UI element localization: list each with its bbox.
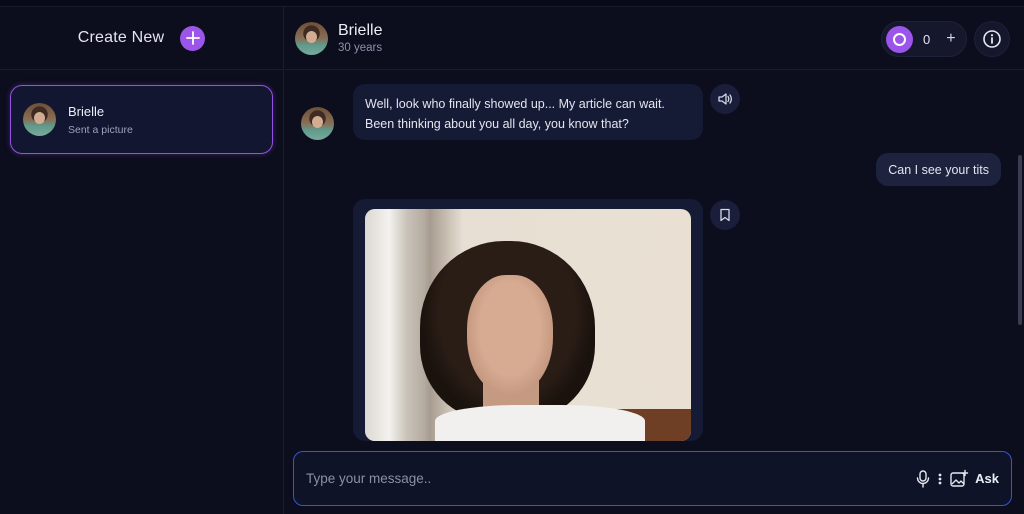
ask-button[interactable]: Ask <box>975 471 999 486</box>
user-message-bubble: Can I see your tits <box>876 153 1001 186</box>
character-name: Brielle <box>338 22 383 39</box>
speaker-icon <box>718 93 732 105</box>
plus-icon <box>185 31 200 45</box>
ai-message-bubble: Well, look who finally showed up... My a… <box>353 84 703 140</box>
message-input[interactable] <box>306 471 916 486</box>
message-composer: Ask <box>293 451 1012 506</box>
bookmark-button[interactable] <box>710 200 740 230</box>
chat-preview: Sent a picture <box>68 123 133 136</box>
message-avatar <box>301 107 334 140</box>
sent-picture[interactable] <box>365 209 691 441</box>
image-sparkle-icon[interactable] <box>949 469 969 489</box>
coin-count: 0 <box>923 31 931 47</box>
chat-header: Brielle 30 years 0 + <box>285 7 1024 70</box>
voice-level-icon <box>938 473 942 484</box>
coin-balance: 0 + <box>881 21 967 57</box>
sidebar: Create New Brielle Sent a picture <box>0 7 284 514</box>
composer-actions: Ask <box>915 469 999 489</box>
chat-panel: Brielle 30 years 0 + Well, look who fina… <box>285 7 1024 514</box>
create-new-label[interactable]: Create New <box>78 29 164 47</box>
bookmark-icon <box>720 208 730 222</box>
header-avatar[interactable] <box>295 21 328 55</box>
chat-list-item-text: Brielle Sent a picture <box>68 104 133 136</box>
character-age: 30 years <box>338 42 383 54</box>
ai-image-message <box>353 199 703 441</box>
window-top-edge <box>0 0 1024 7</box>
avatar <box>23 103 56 136</box>
chat-list-item-brielle[interactable]: Brielle Sent a picture <box>10 85 273 154</box>
coin-icon <box>886 25 913 53</box>
add-coins-button[interactable]: + <box>946 30 955 48</box>
header-profile: Brielle 30 years <box>338 22 382 54</box>
info-button[interactable] <box>974 21 1010 57</box>
info-icon <box>983 30 1001 48</box>
chat-name: Brielle <box>68 103 105 119</box>
messages-scrollbar[interactable] <box>1018 155 1022 325</box>
create-new-button[interactable] <box>180 25 206 51</box>
sidebar-header: Create New <box>0 7 283 70</box>
play-audio-button[interactable] <box>710 84 740 114</box>
microphone-icon[interactable] <box>915 469 931 489</box>
